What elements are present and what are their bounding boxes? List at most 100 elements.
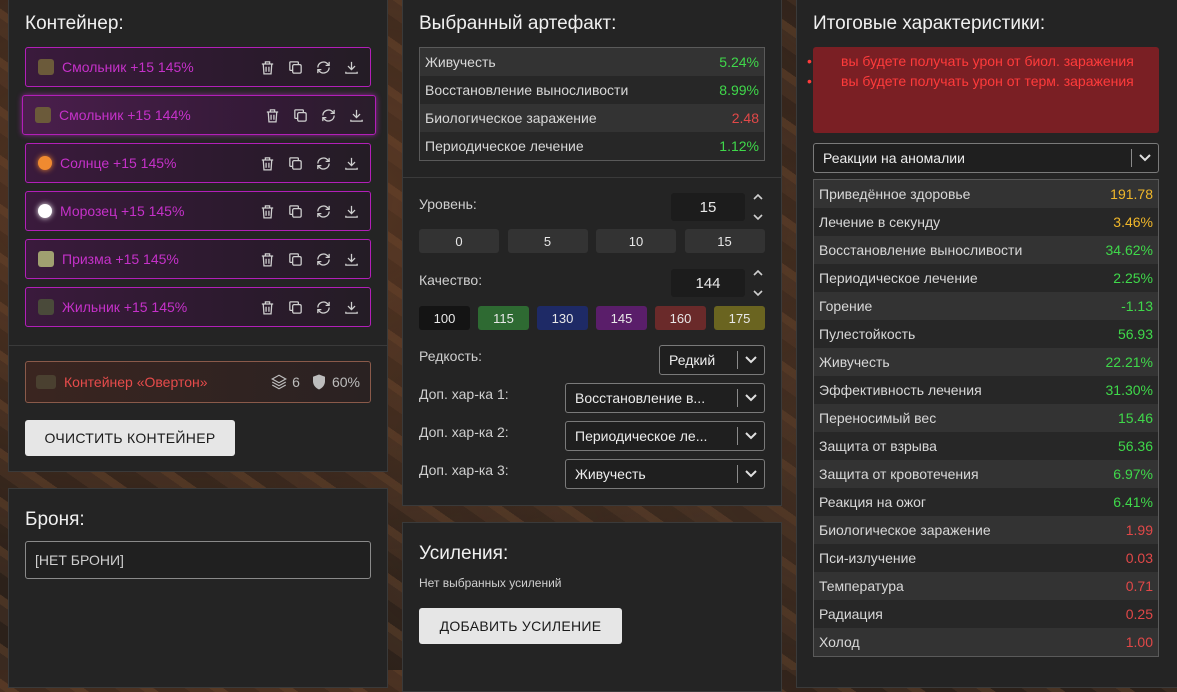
download-button[interactable]: [340, 248, 362, 270]
extra1-select[interactable]: Восстановление в...: [565, 383, 765, 413]
artifact-row[interactable]: Морозец +15 145%: [25, 191, 371, 231]
copy-button[interactable]: [284, 296, 306, 318]
extra2-select[interactable]: Периодическое ле...: [565, 421, 765, 451]
quality-preset-button[interactable]: 160: [655, 306, 706, 330]
artifact-row[interactable]: Смольник +15 144%: [22, 95, 376, 135]
stat-row: Приведённое здоровье 191.78: [814, 180, 1158, 208]
chevron-down-icon: [745, 356, 757, 364]
quality-preset-button[interactable]: 130: [537, 306, 588, 330]
trash-button[interactable]: [256, 200, 278, 222]
quality-spinner[interactable]: [752, 269, 764, 297]
download-button[interactable]: [340, 200, 362, 222]
stat-name: Холод: [819, 634, 860, 650]
chevron-up-icon[interactable]: [753, 269, 763, 277]
stat-row: Восстановление выносливости 34.62%: [814, 236, 1158, 264]
container-icon: [36, 375, 56, 389]
stat-name: Защита от взрыва: [819, 438, 937, 454]
artifact-row[interactable]: Жильник +15 145%: [25, 287, 371, 327]
copy-button[interactable]: [284, 248, 306, 270]
trash-icon: [261, 60, 273, 75]
level-preset-button[interactable]: 10: [596, 229, 676, 253]
swap-button[interactable]: [312, 56, 334, 78]
download-button[interactable]: [340, 296, 362, 318]
swap-button[interactable]: [312, 200, 334, 222]
copy-button[interactable]: [289, 104, 311, 126]
download-button[interactable]: [340, 56, 362, 78]
copy-button[interactable]: [284, 56, 306, 78]
level-preset-button[interactable]: 15: [684, 229, 765, 253]
swap-button[interactable]: [312, 152, 334, 174]
level-preset-button[interactable]: 5: [507, 229, 588, 253]
copy-button[interactable]: [284, 200, 306, 222]
artifact-name: Морозец +15 145%: [60, 203, 185, 219]
stat-name: Эффективность лечения: [819, 382, 982, 398]
chevron-up-icon[interactable]: [753, 193, 763, 201]
armor-select[interactable]: [НЕТ БРОНИ]: [25, 541, 371, 579]
stat-row: Лечение в секунду 3.46%: [814, 208, 1158, 236]
artifact-row[interactable]: Солнце +15 145%: [25, 143, 371, 183]
stat-value: 0.25: [1125, 606, 1153, 622]
stat-row: Биологическое заражение 1.99: [814, 516, 1158, 544]
reactions-select[interactable]: Реакции на аномалии: [813, 143, 1159, 173]
download-icon: [344, 205, 358, 218]
stat-name: Горение: [819, 298, 873, 314]
quality-preset-button[interactable]: 100: [419, 306, 470, 330]
copy-icon: [288, 156, 302, 170]
chevron-down-icon[interactable]: [753, 289, 763, 297]
extra3-select[interactable]: Живучесть: [565, 459, 765, 489]
quality-input[interactable]: 144: [671, 269, 745, 297]
stat-name: Реакция на ожог: [819, 494, 927, 510]
warning-item: вы будете получать урон от терм. заражен…: [807, 71, 1151, 91]
container-slots-value: 6: [292, 374, 300, 390]
quality-preset-button[interactable]: 175: [714, 306, 765, 330]
totals-panel: Итоговые характеристики: вы будете получ…: [796, 0, 1177, 688]
extra1-value: Восстановление в...: [575, 390, 706, 406]
trash-icon: [261, 204, 273, 219]
container-slots: 6: [270, 373, 300, 391]
trash-button[interactable]: [261, 104, 283, 126]
artifact-row[interactable]: Призма +15 145%: [25, 239, 371, 279]
warning-item: вы будете получать урон от биол. заражен…: [807, 51, 1151, 71]
stat-row: Восстановление выносливости 8.99%: [420, 76, 764, 104]
level-input[interactable]: 15: [671, 193, 745, 221]
container-item[interactable]: Контейнер «Овертон» 6 60%: [25, 361, 371, 403]
swap-button[interactable]: [312, 296, 334, 318]
copy-icon: [288, 252, 302, 266]
stat-row: Пулестойкость 56.93: [814, 320, 1158, 348]
swap-button[interactable]: [312, 248, 334, 270]
stat-row: Периодическое лечение 1.12%: [420, 132, 764, 160]
copy-button[interactable]: [284, 152, 306, 174]
stat-row: Живучесть 22.21%: [814, 348, 1158, 376]
trash-button[interactable]: [256, 152, 278, 174]
clear-container-button[interactable]: ОЧИСТИТЬ КОНТЕЙНЕР: [25, 420, 235, 456]
shield-icon: [312, 374, 325, 390]
rarity-select[interactable]: Редкий: [659, 345, 765, 375]
quality-preset-button[interactable]: 145: [596, 306, 647, 330]
download-button[interactable]: [345, 104, 367, 126]
copy-icon: [288, 300, 302, 314]
stat-value: 191.78: [1110, 186, 1153, 202]
level-preset-button[interactable]: 0: [419, 229, 499, 253]
add-boost-button[interactable]: ДОБАВИТЬ УСИЛЕНИЕ: [419, 608, 622, 644]
level-spinner[interactable]: [752, 193, 764, 221]
artifact-row[interactable]: Смольник +15 145%: [25, 47, 371, 87]
container-protection: 60%: [310, 373, 360, 391]
artifact-actions: [256, 248, 362, 270]
stat-value: 3.46%: [1113, 214, 1153, 230]
quality-preset-button[interactable]: 115: [478, 306, 529, 330]
stat-name: Периодическое лечение: [819, 270, 978, 286]
swap-button[interactable]: [317, 104, 339, 126]
stat-value: 15.46: [1117, 410, 1153, 426]
download-icon: [344, 253, 358, 266]
trash-button[interactable]: [256, 56, 278, 78]
artifact-name: Смольник +15 145%: [62, 59, 194, 75]
download-icon: [344, 157, 358, 170]
quality-label: Качество:: [419, 272, 483, 288]
trash-button[interactable]: [256, 248, 278, 270]
stat-row: Биологическое заражение 2.48: [420, 104, 764, 132]
stat-row: Периодическое лечение 2.25%: [814, 264, 1158, 292]
chevron-down-icon[interactable]: [753, 213, 763, 221]
trash-button[interactable]: [256, 296, 278, 318]
artifact-actions: [261, 104, 367, 126]
download-button[interactable]: [340, 152, 362, 174]
